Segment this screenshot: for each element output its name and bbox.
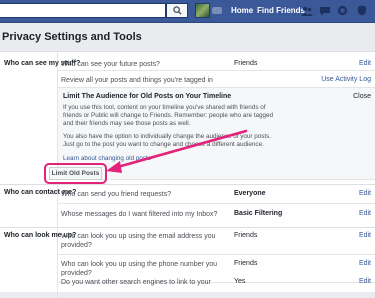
nav-home-link[interactable]: Home bbox=[231, 5, 253, 16]
profile-avatar[interactable] bbox=[195, 3, 210, 18]
top-navigation-bar: Home Find Friends bbox=[0, 0, 375, 23]
nav-find-friends-link[interactable]: Find Friends bbox=[257, 5, 305, 16]
row-divider bbox=[58, 254, 375, 255]
limit-old-posts-title: Limit The Audience for Old Posts on Your… bbox=[63, 93, 232, 100]
explanation-line: You also have the option to individually… bbox=[63, 133, 272, 140]
privacy-icon bbox=[357, 5, 366, 16]
edit-email-lookup-link[interactable]: Edit bbox=[359, 232, 371, 239]
row-value: Friends bbox=[234, 232, 258, 239]
edit-search-engine-link[interactable]: Edit bbox=[359, 278, 371, 285]
row-value: Basic Filtering bbox=[234, 210, 283, 217]
row-value: Everyone bbox=[234, 190, 266, 197]
learn-more-link[interactable]: Learn about changing old posts bbox=[63, 155, 151, 162]
row-value: Friends bbox=[234, 60, 258, 67]
explanation-line: friends or Public will change to Friends… bbox=[63, 112, 274, 119]
row-value: Yes bbox=[234, 278, 246, 285]
section-divider bbox=[0, 184, 375, 185]
edit-phone-lookup-link[interactable]: Edit bbox=[359, 260, 371, 267]
row-question[interactable]: Who can look you up using the phone numb… bbox=[61, 260, 217, 269]
explanation-line: If you use this tool, content on your ti… bbox=[63, 104, 266, 111]
row-divider bbox=[58, 70, 375, 71]
messages-icon bbox=[319, 6, 330, 15]
profile-name-blurred[interactable] bbox=[212, 7, 222, 14]
row-divider bbox=[58, 203, 375, 204]
row-question[interactable]: Who can look you up using the email addr… bbox=[61, 232, 215, 241]
close-link[interactable]: Close bbox=[353, 93, 371, 100]
row-question[interactable]: Who can see your future posts? bbox=[61, 60, 160, 69]
row-question[interactable]: Do you want other search engines to link… bbox=[61, 278, 211, 287]
friend-requests-button[interactable] bbox=[299, 3, 314, 18]
annotation-highlight-box bbox=[44, 163, 107, 184]
messages-button[interactable] bbox=[317, 3, 332, 18]
row-question[interactable]: Who can send you friend requests? bbox=[61, 190, 171, 199]
row-value: Friends bbox=[234, 260, 258, 267]
section-divider bbox=[0, 227, 375, 228]
notifications-icon bbox=[337, 5, 348, 16]
explanation-line: Just go to the post you want to change a… bbox=[63, 141, 264, 148]
search-input[interactable] bbox=[0, 3, 166, 18]
friends-icon bbox=[300, 6, 313, 16]
explanation-line: and their friends may see those posts as… bbox=[63, 120, 191, 127]
edit-friend-requests-link[interactable]: Edit bbox=[359, 190, 371, 197]
row-question[interactable]: Whose messages do I want filtered into m… bbox=[61, 210, 217, 219]
row-question-continued: provided? bbox=[61, 242, 92, 249]
edit-message-filtering-link[interactable]: Edit bbox=[359, 210, 371, 217]
page-title: Privacy Settings and Tools bbox=[2, 31, 142, 43]
notifications-button[interactable] bbox=[335, 3, 350, 18]
privacy-shortcuts-button[interactable] bbox=[354, 3, 369, 18]
row-question[interactable]: Review all your posts and things you're … bbox=[61, 76, 213, 85]
edit-future-posts-link[interactable]: Edit bbox=[359, 60, 371, 67]
search-button[interactable] bbox=[166, 3, 188, 18]
row-question-continued: provided? bbox=[61, 270, 92, 277]
use-activity-log-link[interactable]: Use Activity Log bbox=[321, 76, 371, 83]
search-icon bbox=[172, 6, 182, 15]
